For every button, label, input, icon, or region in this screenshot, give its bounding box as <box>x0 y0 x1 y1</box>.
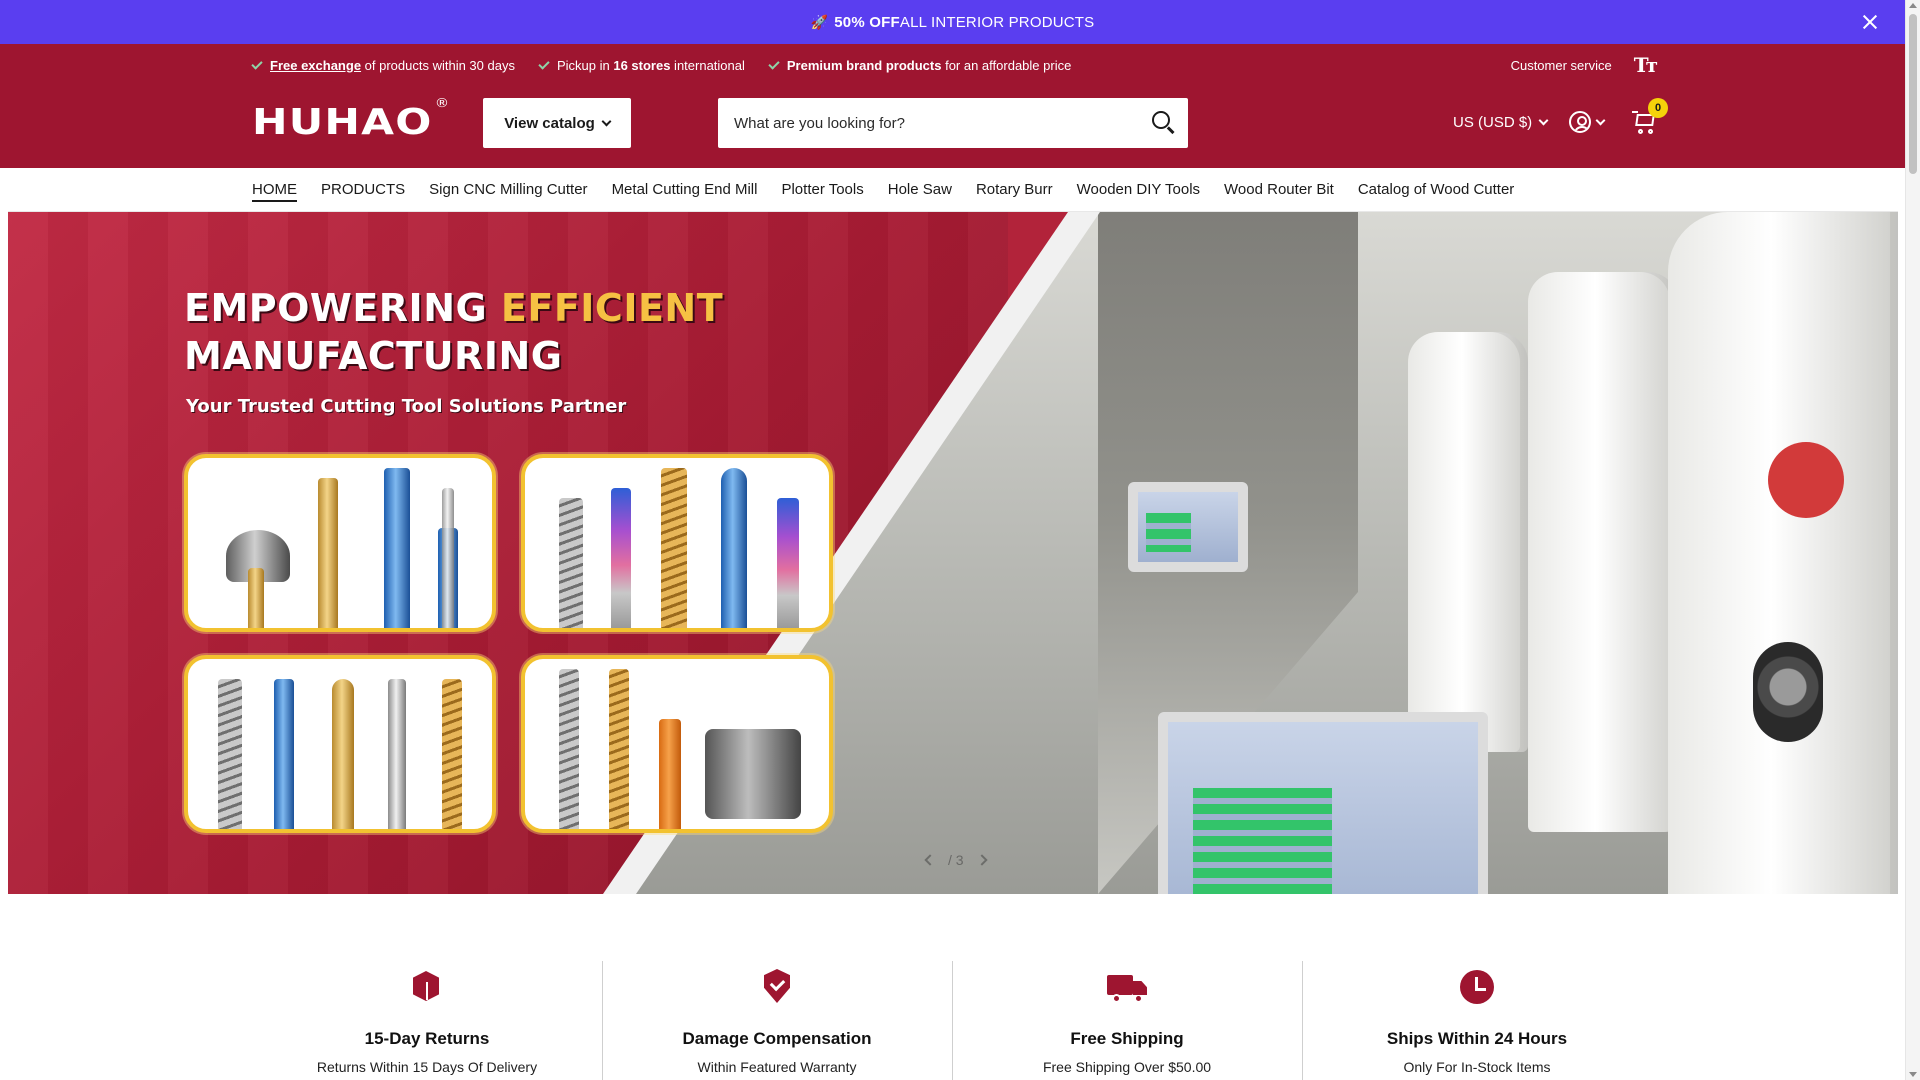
feature-title: 15-Day Returns <box>364 1029 490 1048</box>
search-bar <box>718 98 1188 148</box>
utility-links: Customer service Tт <box>1511 52 1658 78</box>
text-size-icon[interactable]: Tт <box>1634 53 1658 77</box>
feature-title: Ships Within 24 Hours <box>1386 1029 1568 1048</box>
handwheel-dial <box>1753 642 1823 742</box>
account-menu[interactable] <box>1569 111 1606 133</box>
view-catalog-button[interactable]: View catalog <box>483 98 631 148</box>
free-exchange-link[interactable]: Free exchange <box>270 58 361 73</box>
page-scrollbar[interactable] <box>1905 0 1920 1080</box>
nav-item-sign-cnc-milling-cutter[interactable]: Sign CNC Milling Cutter <box>429 177 587 202</box>
product-tile-router-bits <box>184 454 496 632</box>
cart-count-badge: 0 <box>1648 98 1668 118</box>
feature-subtitle: Within Featured Warranty <box>697 1059 857 1075</box>
nav-item-home[interactable]: HOME <box>252 177 297 202</box>
usp-pickup: Pickup in 16 stores international <box>538 57 745 73</box>
user-icon <box>1569 111 1591 133</box>
box-icon <box>407 967 447 1007</box>
chevron-down-icon <box>1595 115 1606 125</box>
feature-subtitle: Only For In-Stock Items <box>1403 1059 1551 1075</box>
next-slide-icon[interactable] <box>975 854 988 866</box>
announcement-discount: 50% OFF <box>834 13 900 31</box>
nav-item-products[interactable]: PRODUCTS <box>321 177 405 202</box>
nav-item-plotter-tools[interactable]: Plotter Tools <box>781 177 863 202</box>
search-icon[interactable] <box>1138 98 1188 148</box>
currency-selector[interactable]: US (USD $) <box>1453 114 1549 131</box>
machine-screen <box>1158 712 1488 894</box>
product-tile-end-mills <box>521 454 833 632</box>
check-icon <box>538 57 550 70</box>
cnc-machine <box>1668 212 1898 894</box>
machine-screen <box>1128 482 1248 572</box>
chevron-down-icon <box>601 116 612 126</box>
cart-button[interactable]: 0 <box>1632 98 1668 134</box>
previous-slide-icon[interactable] <box>924 854 936 866</box>
product-tile-drills-hole-saw <box>521 655 833 833</box>
customer-service-link[interactable]: Customer service <box>1511 58 1612 73</box>
nav-item-hole-saw[interactable]: Hole Saw <box>888 177 952 202</box>
clock-icon <box>1457 967 1497 1007</box>
shield-check-icon <box>757 967 797 1007</box>
announcement-text: ALL INTERIOR PRODUCTS <box>899 13 1095 31</box>
main-nav: HOME PRODUCTS Sign CNC Milling Cutter Me… <box>8 168 1898 212</box>
announcement-bar: 🚀 50% OFF ALL INTERIOR PRODUCTS <box>0 0 1905 44</box>
feature-subtitle: Free Shipping Over $50.00 <box>1042 1059 1212 1075</box>
usp-free-exchange: Free exchange of products within 30 days <box>251 57 515 73</box>
check-icon <box>768 57 780 70</box>
close-icon[interactable] <box>1859 11 1881 33</box>
scroll-up-icon[interactable] <box>1909 3 1917 8</box>
slideshow-pager: / 3 <box>924 852 988 868</box>
nav-item-wooden-diy-tools[interactable]: Wooden DIY Tools <box>1077 177 1200 202</box>
feature-strip: 15-Day Returns Returns Within 15 Days Of… <box>252 955 1652 1080</box>
hero-subheadline: Your Trusted Cutting Tool Solutions Part… <box>186 396 627 417</box>
product-tile-cnc-cutters <box>184 655 496 833</box>
hero-headline: EMPOWERING EFFICIENT MANUFACTURING <box>184 286 724 378</box>
feature-damage-compensation: Damage Compensation Within Featured Warr… <box>602 955 952 1080</box>
cnc-machine <box>1528 272 1678 832</box>
search-input[interactable] <box>718 98 1138 148</box>
cnc-machine <box>1408 332 1528 752</box>
machine-logo <box>1768 442 1844 518</box>
chevron-down-icon <box>1538 115 1549 126</box>
scrollbar-thumb[interactable] <box>1909 14 1917 174</box>
slide-counter: / 3 <box>948 852 964 868</box>
hero-slideshow[interactable]: EMPOWERING EFFICIENT MANUFACTURING Your … <box>8 212 1898 894</box>
usp-premium: Premium brand products for an affordable… <box>768 57 1071 73</box>
nav-item-rotary-burr[interactable]: Rotary Burr <box>976 177 1053 202</box>
site-header: Free exchange of products within 30 days… <box>0 44 1905 168</box>
nav-item-wood-router-bit[interactable]: Wood Router Bit <box>1224 177 1334 202</box>
feature-ships-24h: Ships Within 24 Hours Only For In-Stock … <box>1302 955 1652 1080</box>
truck-icon <box>1107 967 1147 1007</box>
rocket-icon: 🚀 <box>810 13 829 30</box>
check-icon <box>251 57 263 70</box>
usp-row: Free exchange of products within 30 days… <box>251 52 1071 78</box>
site-logo[interactable]: HUHAO ® <box>252 96 450 143</box>
feature-returns: 15-Day Returns Returns Within 15 Days Of… <box>252 955 602 1080</box>
feature-title: Damage Compensation <box>682 1029 872 1048</box>
nav-item-metal-cutting-end-mill[interactable]: Metal Cutting End Mill <box>612 177 758 202</box>
scroll-down-icon[interactable] <box>1909 1072 1917 1077</box>
feature-title: Free Shipping <box>1070 1029 1184 1048</box>
nav-item-catalog-of-wood-cutter[interactable]: Catalog of Wood Cutter <box>1358 177 1514 202</box>
feature-free-shipping: Free Shipping Free Shipping Over $50.00 <box>952 955 1302 1080</box>
feature-subtitle: Returns Within 15 Days Of Delivery <box>316 1059 538 1075</box>
